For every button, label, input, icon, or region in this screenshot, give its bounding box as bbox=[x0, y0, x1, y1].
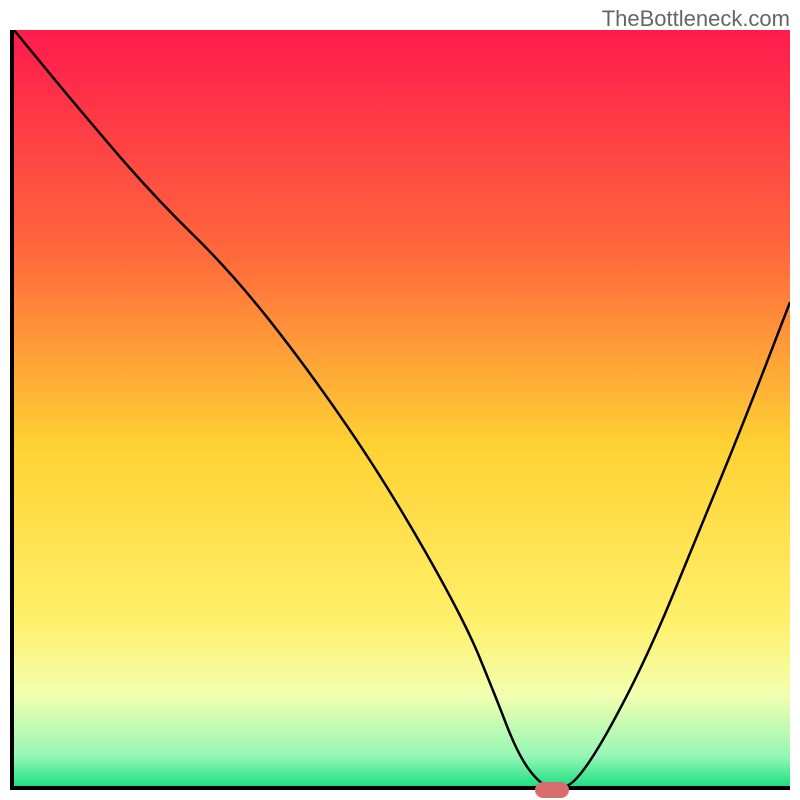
watermark-label: TheBottleneck.com bbox=[602, 6, 790, 32]
curve-layer bbox=[14, 30, 790, 786]
bottleneck-curve-path bbox=[14, 30, 790, 786]
optimal-marker bbox=[535, 782, 569, 798]
bottleneck-chart: TheBottleneck.com bbox=[0, 0, 800, 800]
plot-area bbox=[10, 30, 790, 790]
